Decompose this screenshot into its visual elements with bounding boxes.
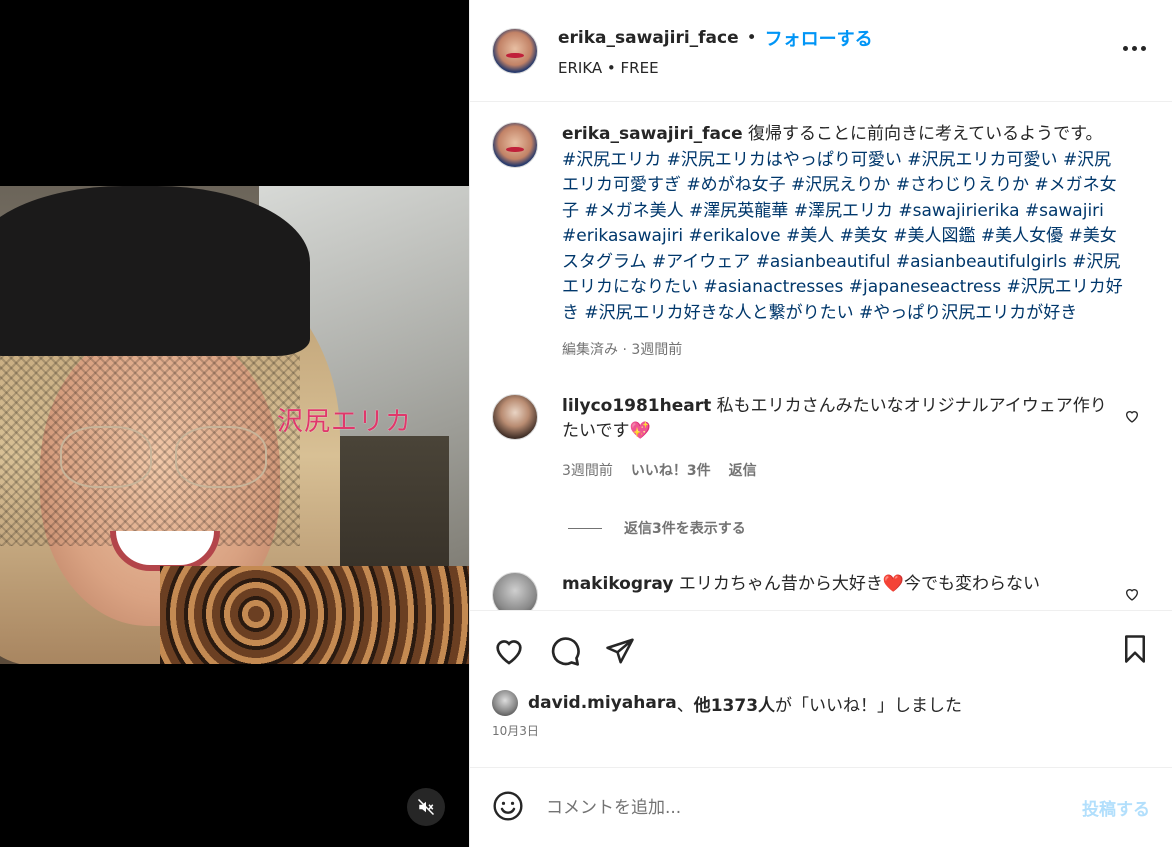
likes-suffix: が「いいね！」しました	[775, 695, 963, 716]
comment-avatar[interactable]	[492, 393, 538, 440]
instagram-post-modal: 沢尻エリカ erika_sawajiri_face • フォローする ERIKA…	[0, 0, 1172, 847]
speaker-muted-icon	[417, 798, 435, 816]
comment-bubble-icon[interactable]	[548, 635, 582, 667]
replies-divider-line	[568, 527, 602, 529]
caption-meta: 編集済み · 3週間前	[562, 342, 683, 358]
mute-button[interactable]	[407, 788, 445, 826]
likes-summary: david.miyahara 、 他1373人 が「いいね！」しました	[470, 690, 1172, 716]
glasses-left-lens	[60, 426, 152, 488]
comment-meta: 3週間前 いいね！3件 返信	[562, 459, 1122, 485]
caption-username[interactable]: erika_sawajiri_face	[562, 124, 743, 144]
comment-username[interactable]: makikogray	[562, 574, 673, 594]
leopard-coat	[160, 566, 469, 664]
caption: erika_sawajiri_face 復帰することに前向きに考えているようです…	[492, 122, 1150, 364]
liker-username[interactable]: david.miyahara	[528, 693, 677, 713]
comment-time[interactable]: 3週間前	[562, 459, 613, 485]
view-replies-label: 返信3件を表示する	[624, 521, 746, 537]
post-date[interactable]: 10月3日	[470, 716, 1172, 739]
media-pane[interactable]: 沢尻エリカ	[0, 0, 469, 847]
comment-body: makikogray エリカちゃん昔から大好き❤️今でも変わらない	[562, 572, 1122, 610]
comment-text: エリカちゃん昔から大好き❤️今でも変わらない	[678, 574, 1041, 594]
view-replies-button[interactable]: 返信3件を表示する	[568, 518, 1150, 538]
likes-separator: 、	[676, 695, 694, 716]
author-row: erika_sawajiri_face • フォローする	[558, 25, 873, 51]
comment-username[interactable]: lilyco1981heart	[562, 396, 711, 416]
caption-hashtags[interactable]: #沢尻エリカ #沢尻エリカはやっぱり可愛い #沢尻エリカ可愛い #沢尻エリカ可愛…	[562, 150, 1123, 323]
post-header: erika_sawajiri_face • フォローする ERIKA • FRE…	[470, 0, 1172, 102]
save-bookmark-icon[interactable]	[1120, 633, 1150, 669]
comment-item: makikogray エリカちゃん昔から大好き❤️今でも変わらない	[492, 572, 1150, 610]
caption-text: 復帰することに前向きに考えているようです。	[748, 124, 1103, 144]
comment-avatar[interactable]	[492, 572, 538, 610]
comment-item: lilyco1981heart 私もエリカさんみたいなオリジナルアイウェア作りた…	[492, 393, 1150, 485]
comment-body: lilyco1981heart 私もエリカさんみたいなオリジナルアイウェア作りた…	[562, 394, 1122, 485]
post-comment-button[interactable]: 投稿する	[1082, 795, 1150, 820]
caption-body: erika_sawajiri_face 復帰することに前向きに考えているようです…	[562, 122, 1127, 364]
header-text: erika_sawajiri_face • フォローする ERIKA • FRE…	[558, 25, 873, 77]
share-paper-plane-icon[interactable]	[604, 636, 636, 666]
author-username[interactable]: erika_sawajiri_face	[558, 28, 739, 48]
comment-input[interactable]	[546, 797, 1082, 818]
more-options-icon[interactable]	[1123, 46, 1146, 51]
add-comment-bar: 投稿する	[470, 767, 1172, 847]
likes-others-count[interactable]: 他1373人	[694, 691, 775, 716]
follow-button[interactable]: フォローする	[765, 25, 873, 51]
comments-scroll-area[interactable]: erika_sawajiri_face 復帰することに前向きに考えているようです…	[470, 102, 1172, 610]
like-heart-icon[interactable]	[492, 635, 526, 667]
post-side-panel: erika_sawajiri_face • フォローする ERIKA • FRE…	[469, 0, 1172, 847]
glasses-right-lens	[175, 426, 267, 488]
author-avatar[interactable]	[492, 27, 538, 74]
comment-like-heart-icon[interactable]	[1124, 408, 1140, 428]
emoji-icon[interactable]	[492, 790, 524, 826]
comment-like-heart-icon[interactable]	[1124, 586, 1140, 606]
video-overlay-text: 沢尻エリカ	[277, 407, 413, 437]
separator-dot: •	[746, 27, 757, 48]
post-actions-bar	[470, 610, 1172, 690]
liker-avatar[interactable]	[492, 690, 518, 716]
caption-avatar[interactable]	[492, 122, 538, 168]
author-subtitle[interactable]: ERIKA • FREE	[558, 59, 873, 77]
comment-likes[interactable]: いいね！3件	[631, 459, 711, 485]
comment-reply-button[interactable]: 返信	[729, 459, 757, 485]
post-video[interactable]: 沢尻エリカ	[0, 186, 469, 664]
hat	[0, 186, 310, 356]
